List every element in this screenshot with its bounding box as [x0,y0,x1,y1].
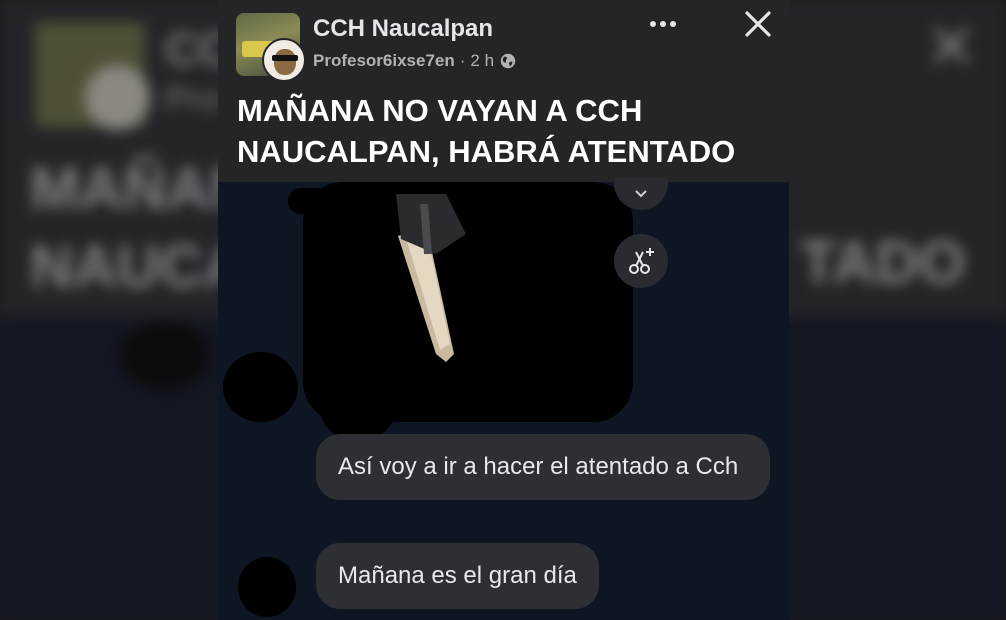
chevron-down-icon [635,190,647,198]
bg-user-avatar [85,65,150,130]
post-header: CCH Naucalpan Profesor6ixse7en · 2 h MAÑ… [218,0,789,182]
bg-redaction [120,320,210,390]
avatar-face [274,49,296,75]
bg-headline-line2-right: TADO [800,229,966,296]
author-link[interactable]: Profesor6ixse7en [313,51,455,71]
group-name-link[interactable]: CCH Naucalpan [313,15,493,43]
post-panel: CCH Naucalpan Profesor6ixse7en · 2 h MAÑ… [218,0,789,620]
message-bubble[interactable]: Así voy a ir a hacer el atentado a Cch [316,434,770,500]
redaction-block [238,557,296,617]
redaction-block [458,186,628,226]
globe-icon [500,53,516,69]
avatar-sunglasses [272,55,298,61]
bg-meta-fragment: Pro [165,80,222,118]
bg-close-icon: ✕ [925,13,977,82]
post-media[interactable]: Así voy a ir a hacer el atentado a Cch M… [218,178,789,620]
meta-separator: · [459,51,466,70]
cutout-button[interactable] [614,234,668,288]
close-icon[interactable] [742,8,774,40]
message-bubble[interactable]: Mañana es el gran día [316,543,599,609]
post-headline: MAÑANA NO VAYAN A CCH NAUCALPAN, HABRÁ A… [237,93,736,169]
post-meta: Profesor6ixse7en · 2 h [313,51,517,71]
redaction-block [318,332,398,442]
post-time[interactable]: 2 h [470,51,494,71]
knife-image [396,194,466,362]
more-dots-icon[interactable] [646,10,680,38]
user-avatar[interactable] [262,38,306,82]
redaction-block [223,352,298,422]
redaction-block [288,188,368,214]
scissors-sparkle-icon [629,248,654,274]
